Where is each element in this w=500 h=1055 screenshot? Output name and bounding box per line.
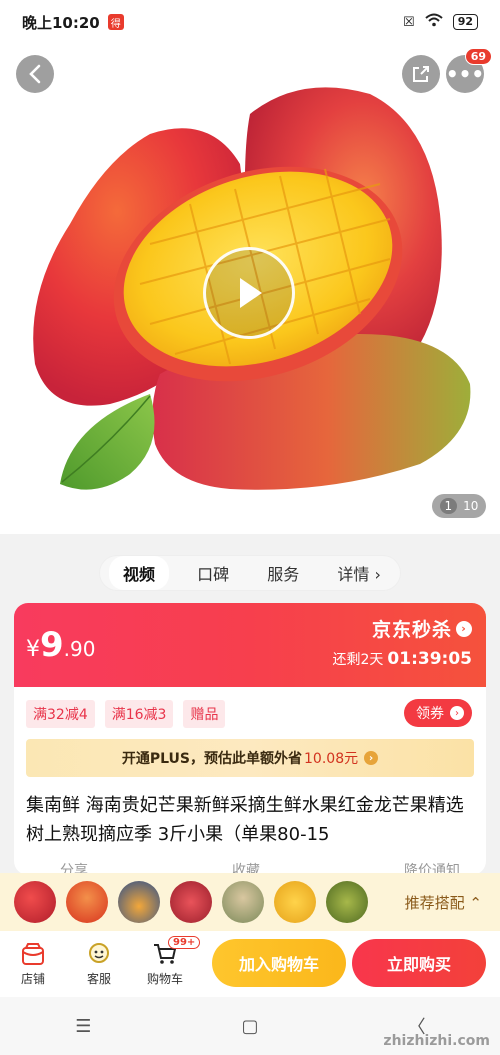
recommended-product-thumb[interactable] (118, 881, 160, 923)
play-icon (240, 278, 262, 308)
share-icon (413, 66, 429, 82)
chevron-left-icon (29, 64, 41, 84)
add-to-cart-button[interactable]: 加入购物车 (212, 939, 346, 987)
tab-video[interactable]: 视频 (109, 556, 170, 590)
seckill-link[interactable]: 京东秒杀 › (372, 615, 472, 642)
play-video-button[interactable] (203, 247, 295, 339)
recommended-product-thumb[interactable] (14, 881, 56, 923)
promo-tag[interactable]: 满32减4 (26, 700, 95, 728)
wifi-icon (425, 13, 443, 31)
page-current: 1 (439, 498, 458, 514)
app-notification-icon: 得 (107, 14, 124, 30)
plus-membership-banner[interactable]: 开通PLUS，预估此单额外省 10.08元 › (26, 739, 474, 777)
seckill-countdown: 还剩2天 01:39:05 (333, 649, 473, 669)
get-coupon-label: 领券 (416, 706, 444, 722)
countdown-time: 01:39:05 (387, 649, 472, 669)
store-label: 店铺 (20, 971, 45, 986)
recommended-product-thumb[interactable] (274, 881, 316, 923)
promo-tag[interactable]: 满16减3 (104, 700, 174, 728)
tab-details-label: 详情 (337, 565, 370, 584)
chevron-up-icon: ⌃ (469, 893, 482, 912)
price-integer: 9 (40, 625, 64, 665)
back-button[interactable] (16, 55, 54, 93)
countdown-prefix: 还剩2天 (332, 652, 384, 668)
chevron-right-icon: › (450, 706, 464, 720)
seckill-price-banner: ¥9.90 京东秒杀 › 还剩2天 01:39:05 (14, 603, 486, 687)
currency-symbol: ¥ (26, 637, 40, 662)
recommended-product-thumb[interactable] (66, 881, 108, 923)
recommended-product-thumb[interactable] (170, 881, 212, 923)
recommended-bundle-strip[interactable]: 推荐搭配 ⌃ (0, 873, 500, 931)
image-page-indicator: 1 10 (432, 494, 486, 518)
more-dots-icon: ••• (445, 62, 485, 86)
chevron-right-icon: › (456, 620, 472, 637)
store-button[interactable]: 店铺 (0, 942, 66, 987)
site-watermark: zhizhizhi.com (383, 1033, 490, 1049)
gift-tag[interactable]: 赠品 (183, 700, 226, 728)
customer-service-icon (89, 942, 109, 963)
store-icon (22, 942, 44, 965)
cart-label: 购物车 (146, 971, 183, 986)
cart-button[interactable]: 99+ 购物车 (132, 935, 201, 987)
sim-icon: ☒ (403, 14, 415, 30)
tab-details[interactable]: 详情 › (327, 556, 391, 590)
more-button[interactable]: ••• 69 (445, 48, 492, 93)
chevron-right-icon: › (374, 565, 381, 584)
customer-service-button[interactable]: 客服 (66, 942, 132, 987)
product-image-carousel[interactable]: ••• 69 1 10 (0, 44, 500, 534)
seckill-label: 京东秒杀 (371, 619, 452, 641)
menu-icon[interactable]: ☰ (53, 1016, 113, 1037)
tab-reviews[interactable]: 口碑 (187, 556, 239, 590)
detail-tabs: 视频 口碑 服务 详情 › (100, 556, 400, 590)
promo-tags: 满32减4 满16减3 赠品 (26, 700, 226, 728)
chevron-right-icon: › (364, 751, 379, 765)
page-total: 10 (463, 499, 479, 513)
price-decimal: .90 (63, 637, 96, 661)
get-coupon-button[interactable]: 领券 › (404, 699, 472, 727)
recommended-product-thumb[interactable] (326, 881, 368, 923)
message-count-badge: 69 (464, 48, 492, 65)
product-title: 集南鲜 海南贵妃芒果新鲜采摘生鲜水果红金龙芒果精选树上熟现摘应季 3斤小果（单果… (26, 795, 464, 845)
service-label: 客服 (86, 971, 111, 986)
share-button[interactable] (402, 55, 440, 93)
status-icons: ☒ 92 (403, 13, 478, 31)
tab-service[interactable]: 服务 (257, 556, 309, 590)
plus-text: 开通PLUS，预估此单额外省 (121, 751, 303, 767)
battery-icon: 92 (452, 14, 478, 30)
buy-now-button[interactable]: 立即购买 (352, 939, 486, 987)
recommend-label[interactable]: 推荐搭配 ⌃ (405, 892, 482, 913)
home-icon[interactable]: ▢ (220, 1016, 280, 1037)
status-bar: 晚上10:20 得 ☒ 92 (0, 0, 500, 44)
plus-savings-amount: 10.08元 (304, 751, 359, 767)
recommended-product-thumb[interactable] (222, 881, 264, 923)
price: ¥9.90 (26, 625, 95, 665)
cart-count-badge: 99+ (168, 935, 201, 949)
bottom-action-bar: 店铺 客服 99+ 购物车 加入购物车 立即购买 (0, 931, 500, 997)
product-info-card: ¥9.90 京东秒杀 › 还剩2天 01:39:05 满32减4 满16减3 赠品… (14, 603, 486, 875)
status-time: 晚上10:20 (22, 13, 100, 32)
recommend-label-text: 推荐搭配 (404, 893, 465, 912)
